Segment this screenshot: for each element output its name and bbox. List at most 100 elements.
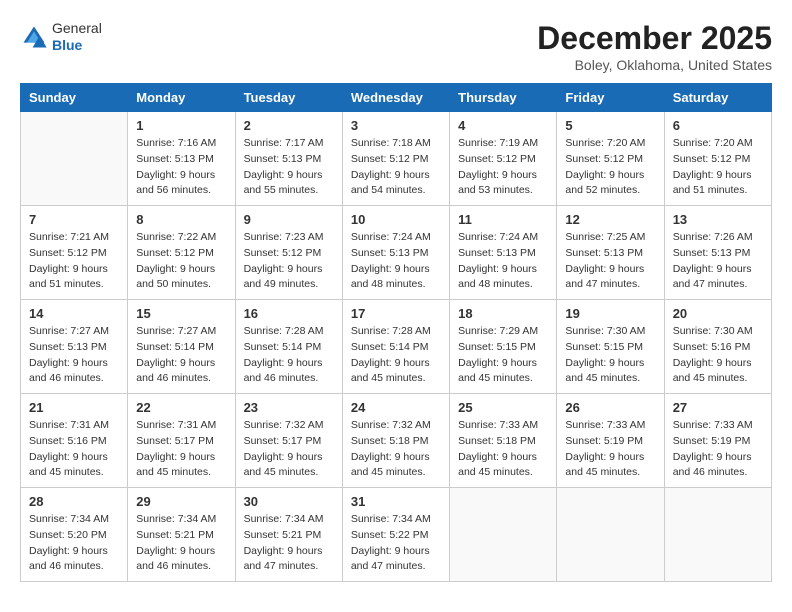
calendar-day-cell: 11 Sunrise: 7:24 AMSunset: 5:13 PMDayligh… <box>450 206 557 300</box>
day-info: Sunrise: 7:21 AMSunset: 5:12 PMDaylight:… <box>29 230 119 293</box>
day-info: Sunrise: 7:34 AMSunset: 5:20 PMDaylight:… <box>29 512 119 575</box>
day-number: 26 <box>565 400 655 415</box>
day-number: 11 <box>458 212 548 227</box>
day-info: Sunrise: 7:30 AMSunset: 5:15 PMDaylight:… <box>565 324 655 387</box>
calendar-day-cell: 7 Sunrise: 7:21 AMSunset: 5:12 PMDaylight… <box>21 206 128 300</box>
calendar-day-cell: 23 Sunrise: 7:32 AMSunset: 5:17 PMDayligh… <box>235 394 342 488</box>
logo-blue: Blue <box>52 37 102 54</box>
calendar-day-cell: 2 Sunrise: 7:17 AMSunset: 5:13 PMDaylight… <box>235 112 342 206</box>
day-number: 16 <box>244 306 334 321</box>
day-number: 15 <box>136 306 226 321</box>
day-number: 2 <box>244 118 334 133</box>
day-info: Sunrise: 7:24 AMSunset: 5:13 PMDaylight:… <box>351 230 441 293</box>
calendar-week-row: 7 Sunrise: 7:21 AMSunset: 5:12 PMDaylight… <box>21 206 772 300</box>
main-title: December 2025 <box>537 20 772 57</box>
day-info: Sunrise: 7:20 AMSunset: 5:12 PMDaylight:… <box>565 136 655 199</box>
day-number: 22 <box>136 400 226 415</box>
day-info: Sunrise: 7:24 AMSunset: 5:13 PMDaylight:… <box>458 230 548 293</box>
calendar-day-cell: 22 Sunrise: 7:31 AMSunset: 5:17 PMDayligh… <box>128 394 235 488</box>
day-number: 1 <box>136 118 226 133</box>
calendar-day-cell: 27 Sunrise: 7:33 AMSunset: 5:19 PMDayligh… <box>664 394 771 488</box>
calendar-day-cell: 6 Sunrise: 7:20 AMSunset: 5:12 PMDaylight… <box>664 112 771 206</box>
calendar-day-cell: 14Sunrise: 7:27 AMSunset: 5:13 PMDayligh… <box>21 300 128 394</box>
day-info: Sunrise: 7:30 AMSunset: 5:16 PMDaylight:… <box>673 324 763 387</box>
calendar-week-row: 28Sunrise: 7:34 AMSunset: 5:20 PMDayligh… <box>21 488 772 582</box>
day-info: Sunrise: 7:34 AMSunset: 5:22 PMDaylight:… <box>351 512 441 575</box>
weekday-header: Monday <box>128 84 235 112</box>
calendar-day-cell: 4Sunrise: 7:19 AMSunset: 5:12 PMDaylight… <box>450 112 557 206</box>
day-info: Sunrise: 7:34 AMSunset: 5:21 PMDaylight:… <box>136 512 226 575</box>
day-number: 25 <box>458 400 548 415</box>
day-number: 21 <box>29 400 119 415</box>
day-info: Sunrise: 7:25 AMSunset: 5:13 PMDaylight:… <box>565 230 655 293</box>
day-number: 29 <box>136 494 226 509</box>
day-info: Sunrise: 7:20 AMSunset: 5:12 PMDaylight:… <box>673 136 763 199</box>
calendar-day-cell: 21 Sunrise: 7:31 AMSunset: 5:16 PMDayligh… <box>21 394 128 488</box>
calendar-day-cell: 10 Sunrise: 7:24 AMSunset: 5:13 PMDayligh… <box>342 206 449 300</box>
calendar-day-cell: 18 Sunrise: 7:29 AMSunset: 5:15 PMDayligh… <box>450 300 557 394</box>
calendar-day-cell: 19 Sunrise: 7:30 AMSunset: 5:15 PMDayligh… <box>557 300 664 394</box>
day-info: Sunrise: 7:26 AMSunset: 5:13 PMDaylight:… <box>673 230 763 293</box>
day-number: 5 <box>565 118 655 133</box>
calendar-day-cell: 8Sunrise: 7:22 AMSunset: 5:12 PMDaylight… <box>128 206 235 300</box>
day-info: Sunrise: 7:23 AMSunset: 5:12 PMDaylight:… <box>244 230 334 293</box>
calendar-day-cell: 28Sunrise: 7:34 AMSunset: 5:20 PMDayligh… <box>21 488 128 582</box>
calendar-day-cell: 1 Sunrise: 7:16 AMSunset: 5:13 PMDaylight… <box>128 112 235 206</box>
logo-text: General Blue <box>52 20 102 54</box>
weekday-header: Wednesday <box>342 84 449 112</box>
calendar-day-cell <box>557 488 664 582</box>
calendar-day-cell <box>664 488 771 582</box>
calendar-day-cell: 24Sunrise: 7:32 AMSunset: 5:18 PMDayligh… <box>342 394 449 488</box>
day-info: Sunrise: 7:29 AMSunset: 5:15 PMDaylight:… <box>458 324 548 387</box>
day-info: Sunrise: 7:16 AMSunset: 5:13 PMDaylight:… <box>136 136 226 199</box>
day-number: 19 <box>565 306 655 321</box>
title-area: December 2025 Boley, Oklahoma, United St… <box>537 20 772 73</box>
day-info: Sunrise: 7:31 AMSunset: 5:17 PMDaylight:… <box>136 418 226 481</box>
logo-general: General <box>52 20 102 37</box>
calendar-day-cell: 26 Sunrise: 7:33 AMSunset: 5:19 PMDayligh… <box>557 394 664 488</box>
day-info: Sunrise: 7:28 AMSunset: 5:14 PMDaylight:… <box>244 324 334 387</box>
calendar-day-cell: 13Sunrise: 7:26 AMSunset: 5:13 PMDayligh… <box>664 206 771 300</box>
weekday-header-row: SundayMondayTuesdayWednesdayThursdayFrid… <box>21 84 772 112</box>
day-number: 20 <box>673 306 763 321</box>
weekday-header: Saturday <box>664 84 771 112</box>
calendar-day-cell: 3Sunrise: 7:18 AMSunset: 5:12 PMDaylight… <box>342 112 449 206</box>
day-number: 18 <box>458 306 548 321</box>
day-info: Sunrise: 7:17 AMSunset: 5:13 PMDaylight:… <box>244 136 334 199</box>
calendar-day-cell: 20 Sunrise: 7:30 AMSunset: 5:16 PMDayligh… <box>664 300 771 394</box>
day-number: 7 <box>29 212 119 227</box>
day-info: Sunrise: 7:32 AMSunset: 5:17 PMDaylight:… <box>244 418 334 481</box>
calendar-day-cell: 29 Sunrise: 7:34 AMSunset: 5:21 PMDayligh… <box>128 488 235 582</box>
calendar-day-cell <box>21 112 128 206</box>
day-info: Sunrise: 7:33 AMSunset: 5:18 PMDaylight:… <box>458 418 548 481</box>
calendar-day-cell: 30Sunrise: 7:34 AMSunset: 5:21 PMDayligh… <box>235 488 342 582</box>
day-info: Sunrise: 7:27 AMSunset: 5:14 PMDaylight:… <box>136 324 226 387</box>
calendar-day-cell: 16 Sunrise: 7:28 AMSunset: 5:14 PMDayligh… <box>235 300 342 394</box>
header: General Blue December 2025 Boley, Oklaho… <box>20 20 772 73</box>
day-number: 8 <box>136 212 226 227</box>
day-number: 17 <box>351 306 441 321</box>
day-number: 27 <box>673 400 763 415</box>
day-info: Sunrise: 7:31 AMSunset: 5:16 PMDaylight:… <box>29 418 119 481</box>
day-number: 10 <box>351 212 441 227</box>
subtitle: Boley, Oklahoma, United States <box>537 57 772 73</box>
calendar: SundayMondayTuesdayWednesdayThursdayFrid… <box>20 83 772 582</box>
calendar-day-cell: 5 Sunrise: 7:20 AMSunset: 5:12 PMDaylight… <box>557 112 664 206</box>
calendar-day-cell: 31 Sunrise: 7:34 AMSunset: 5:22 PMDayligh… <box>342 488 449 582</box>
calendar-week-row: 21 Sunrise: 7:31 AMSunset: 5:16 PMDayligh… <box>21 394 772 488</box>
day-number: 14 <box>29 306 119 321</box>
weekday-header: Friday <box>557 84 664 112</box>
day-info: Sunrise: 7:19 AMSunset: 5:12 PMDaylight:… <box>458 136 548 199</box>
day-number: 23 <box>244 400 334 415</box>
day-info: Sunrise: 7:18 AMSunset: 5:12 PMDaylight:… <box>351 136 441 199</box>
logo: General Blue <box>20 20 102 54</box>
logo-icon <box>20 23 48 51</box>
day-info: Sunrise: 7:34 AMSunset: 5:21 PMDaylight:… <box>244 512 334 575</box>
day-info: Sunrise: 7:33 AMSunset: 5:19 PMDaylight:… <box>565 418 655 481</box>
day-number: 12 <box>565 212 655 227</box>
day-number: 6 <box>673 118 763 133</box>
day-number: 31 <box>351 494 441 509</box>
calendar-day-cell: 25 Sunrise: 7:33 AMSunset: 5:18 PMDayligh… <box>450 394 557 488</box>
day-info: Sunrise: 7:33 AMSunset: 5:19 PMDaylight:… <box>673 418 763 481</box>
weekday-header: Tuesday <box>235 84 342 112</box>
